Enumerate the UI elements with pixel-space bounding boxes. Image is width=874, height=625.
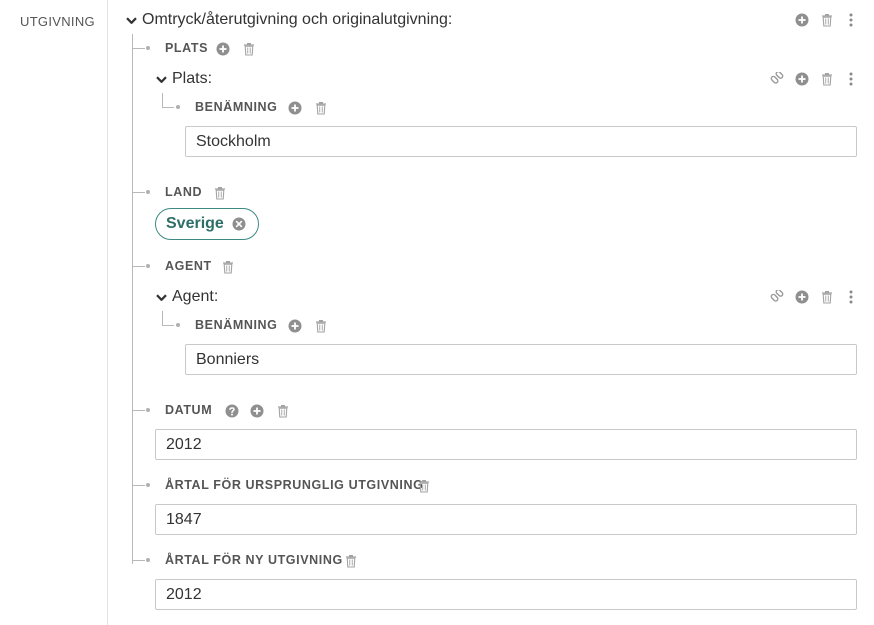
agent-label: AGENT [165,259,212,273]
tree-line [162,311,163,325]
trash-icon[interactable] [820,13,834,27]
tree-dot [146,46,150,50]
artal-ny-label: ÅRTAL FÖR NY UTGIVNING [165,553,343,567]
plats-heading-label: Plats: [172,70,213,87]
tree-connector [132,410,145,411]
trash-icon[interactable] [820,290,834,304]
add-icon[interactable] [795,290,809,304]
land-tag[interactable]: Sverige [155,208,259,240]
tree-dot [146,558,150,562]
chevron-down-icon[interactable] [155,291,168,304]
link-icon[interactable] [770,290,784,304]
datum-input[interactable]: 2012 [155,429,857,460]
tree-dot [146,408,150,412]
add-icon[interactable] [795,72,809,86]
tree-connector [132,266,145,267]
section-label: UTGIVNING [20,14,95,29]
more-vertical-icon[interactable] [844,13,858,27]
artal-ursprunglig-input[interactable]: 1847 [155,504,857,535]
tree-dot [176,105,180,109]
agent-heading[interactable]: Agent: [155,288,218,306]
tree-dot [146,264,150,268]
trash-icon[interactable] [820,72,834,86]
plats-benamning-input[interactable]: Stockholm [185,126,857,157]
add-icon[interactable] [250,404,264,418]
add-icon[interactable] [216,42,230,56]
trash-icon[interactable] [417,479,431,493]
agent-heading-label: Agent: [172,288,219,305]
agent-benamning-input[interactable]: Bonniers [185,344,857,375]
trash-icon[interactable] [242,42,256,56]
more-vertical-icon[interactable] [844,72,858,86]
plats-heading[interactable]: Plats: [155,70,212,88]
help-icon[interactable] [225,404,239,418]
tree-connector [132,192,145,193]
remove-icon[interactable] [232,217,246,231]
section-divider [107,0,108,625]
tree-dot [146,190,150,194]
trash-icon[interactable] [276,404,290,418]
tree-connector [162,325,174,326]
trash-icon[interactable] [314,101,328,115]
land-label: LAND [165,185,203,199]
plats-label: PLATS [165,41,209,55]
main-heading-label: Omtryck/återutgivning och originalutgivn… [142,11,453,28]
add-icon[interactable] [795,13,809,27]
tree-connector [162,107,174,108]
trash-icon[interactable] [221,260,235,274]
main-heading[interactable]: Omtryck/återutgivning och originalutgivn… [125,11,452,29]
tree-line [162,93,163,107]
add-icon[interactable] [288,319,302,333]
artal-ursprunglig-label: ÅRTAL FÖR URSPRUNGLIG UTGIVNING [165,478,424,492]
trash-icon[interactable] [314,319,328,333]
datum-label: DATUM [165,403,213,417]
tree-connector [132,485,145,486]
trash-icon[interactable] [213,186,227,200]
tree-dot [176,323,180,327]
chevron-down-icon[interactable] [125,14,138,27]
add-icon[interactable] [288,101,302,115]
tree-connector [132,48,145,49]
tree-dot [146,483,150,487]
tree-connector [132,560,145,561]
link-icon[interactable] [770,72,784,86]
land-tag-label: Sverige [166,215,224,232]
more-vertical-icon[interactable] [844,290,858,304]
agent-benamning-label: BENÄMNING [195,318,278,332]
trash-icon[interactable] [344,554,358,568]
artal-ny-input[interactable]: 2012 [155,579,857,610]
chevron-down-icon[interactable] [155,73,168,86]
plats-benamning-label: BENÄMNING [195,100,278,114]
